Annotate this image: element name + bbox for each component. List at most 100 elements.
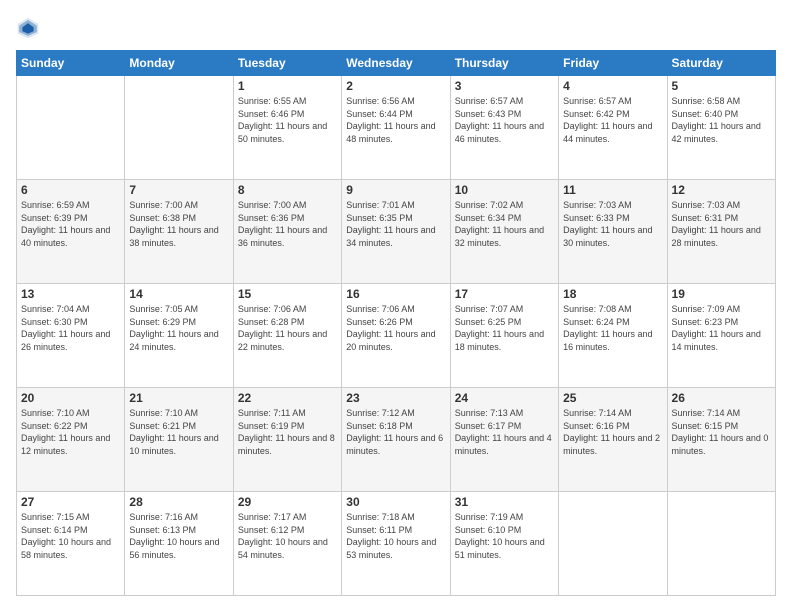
calendar-cell <box>559 492 667 596</box>
day-number: 16 <box>346 287 445 301</box>
calendar-cell: 14 Sunrise: 7:05 AM Sunset: 6:29 PM Dayli… <box>125 284 233 388</box>
calendar-cell: 7Sunrise: 7:00 AM Sunset: 6:38 PM Daylig… <box>125 180 233 284</box>
cell-info: Sunrise: 7:00 AM Sunset: 6:38 PM Dayligh… <box>129 199 228 249</box>
calendar-cell: 26 Sunrise: 7:14 AM Sunset: 6:15 PM Dayli… <box>667 388 775 492</box>
cell-info: Sunrise: 7:16 AM Sunset: 6:13 PM Dayligh… <box>129 511 228 561</box>
calendar-cell: 21 Sunrise: 7:10 AM Sunset: 6:21 PM Dayli… <box>125 388 233 492</box>
cell-info: Sunrise: 7:14 AM Sunset: 6:16 PM Dayligh… <box>563 407 662 457</box>
calendar-cell: 11 Sunrise: 7:03 AM Sunset: 6:33 PM Dayli… <box>559 180 667 284</box>
calendar-cell <box>17 76 125 180</box>
calendar-cell: 4 Sunrise: 6:57 AM Sunset: 6:42 PM Daylig… <box>559 76 667 180</box>
calendar-cell: 13 Sunrise: 7:04 AM Sunset: 6:30 PM Dayli… <box>17 284 125 388</box>
calendar-cell: 5 Sunrise: 6:58 AM Sunset: 6:40 PM Daylig… <box>667 76 775 180</box>
cell-info: Sunrise: 7:02 AM Sunset: 6:34 PM Dayligh… <box>455 199 554 249</box>
day-number: 28 <box>129 495 228 509</box>
cell-info: Sunrise: 7:10 AM Sunset: 6:21 PM Dayligh… <box>129 407 228 457</box>
calendar-cell: 9Sunrise: 7:01 AM Sunset: 6:35 PM Daylig… <box>342 180 450 284</box>
weekday-header-friday: Friday <box>559 51 667 76</box>
calendar-cell: 28 Sunrise: 7:16 AM Sunset: 6:13 PM Dayli… <box>125 492 233 596</box>
calendar-cell: 15 Sunrise: 7:06 AM Sunset: 6:28 PM Dayli… <box>233 284 341 388</box>
day-number: 17 <box>455 287 554 301</box>
calendar-cell: 1 Sunrise: 6:55 AM Sunset: 6:46 PM Daylig… <box>233 76 341 180</box>
cell-info: Sunrise: 7:03 AM Sunset: 6:31 PM Dayligh… <box>672 199 771 249</box>
calendar-cell: 23Sunrise: 7:12 AM Sunset: 6:18 PM Dayli… <box>342 388 450 492</box>
cell-info: Sunrise: 7:03 AM Sunset: 6:33 PM Dayligh… <box>563 199 662 249</box>
cell-info: Sunrise: 7:14 AM Sunset: 6:15 PM Dayligh… <box>672 407 771 457</box>
day-number: 12 <box>672 183 771 197</box>
day-number: 29 <box>238 495 337 509</box>
week-row-5: 27 Sunrise: 7:15 AM Sunset: 6:14 PM Dayli… <box>17 492 776 596</box>
weekday-header-saturday: Saturday <box>667 51 775 76</box>
cell-info: Sunrise: 6:57 AM Sunset: 6:42 PM Dayligh… <box>563 95 662 145</box>
week-row-2: 6 Sunrise: 6:59 AM Sunset: 6:39 PM Daylig… <box>17 180 776 284</box>
weekday-header-sunday: Sunday <box>17 51 125 76</box>
day-number: 8 <box>238 183 337 197</box>
page: SundayMondayTuesdayWednesdayThursdayFrid… <box>0 0 792 612</box>
calendar-cell <box>125 76 233 180</box>
day-number: 21 <box>129 391 228 405</box>
week-row-4: 20Sunrise: 7:10 AM Sunset: 6:22 PM Dayli… <box>17 388 776 492</box>
calendar-cell: 10Sunrise: 7:02 AM Sunset: 6:34 PM Dayli… <box>450 180 558 284</box>
cell-info: Sunrise: 6:57 AM Sunset: 6:43 PM Dayligh… <box>455 95 554 145</box>
cell-info: Sunrise: 7:17 AM Sunset: 6:12 PM Dayligh… <box>238 511 337 561</box>
day-number: 2 <box>346 79 445 93</box>
cell-info: Sunrise: 6:59 AM Sunset: 6:39 PM Dayligh… <box>21 199 120 249</box>
calendar-table: SundayMondayTuesdayWednesdayThursdayFrid… <box>16 50 776 596</box>
calendar-cell: 3 Sunrise: 6:57 AM Sunset: 6:43 PM Daylig… <box>450 76 558 180</box>
day-number: 22 <box>238 391 337 405</box>
day-number: 1 <box>238 79 337 93</box>
calendar-cell: 18 Sunrise: 7:08 AM Sunset: 6:24 PM Dayli… <box>559 284 667 388</box>
logo-icon <box>16 16 40 40</box>
cell-info: Sunrise: 7:08 AM Sunset: 6:24 PM Dayligh… <box>563 303 662 353</box>
calendar-cell: 25 Sunrise: 7:14 AM Sunset: 6:16 PM Dayli… <box>559 388 667 492</box>
day-number: 26 <box>672 391 771 405</box>
day-number: 18 <box>563 287 662 301</box>
cell-info: Sunrise: 7:07 AM Sunset: 6:25 PM Dayligh… <box>455 303 554 353</box>
header <box>16 16 776 40</box>
day-number: 3 <box>455 79 554 93</box>
cell-info: Sunrise: 7:06 AM Sunset: 6:26 PM Dayligh… <box>346 303 445 353</box>
weekday-header-tuesday: Tuesday <box>233 51 341 76</box>
calendar-cell: 12 Sunrise: 7:03 AM Sunset: 6:31 PM Dayli… <box>667 180 775 284</box>
day-number: 19 <box>672 287 771 301</box>
cell-info: Sunrise: 6:58 AM Sunset: 6:40 PM Dayligh… <box>672 95 771 145</box>
calendar-cell: 24 Sunrise: 7:13 AM Sunset: 6:17 PM Dayli… <box>450 388 558 492</box>
day-number: 6 <box>21 183 120 197</box>
calendar-cell: 20Sunrise: 7:10 AM Sunset: 6:22 PM Dayli… <box>17 388 125 492</box>
calendar-cell: 16 Sunrise: 7:06 AM Sunset: 6:26 PM Dayli… <box>342 284 450 388</box>
weekday-header-thursday: Thursday <box>450 51 558 76</box>
calendar-cell: 8Sunrise: 7:00 AM Sunset: 6:36 PM Daylig… <box>233 180 341 284</box>
cell-info: Sunrise: 6:55 AM Sunset: 6:46 PM Dayligh… <box>238 95 337 145</box>
day-number: 24 <box>455 391 554 405</box>
calendar-cell: 6 Sunrise: 6:59 AM Sunset: 6:39 PM Daylig… <box>17 180 125 284</box>
day-number: 13 <box>21 287 120 301</box>
day-number: 14 <box>129 287 228 301</box>
logo <box>16 16 44 40</box>
calendar-cell: 17 Sunrise: 7:07 AM Sunset: 6:25 PM Dayli… <box>450 284 558 388</box>
day-number: 15 <box>238 287 337 301</box>
cell-info: Sunrise: 7:10 AM Sunset: 6:22 PM Dayligh… <box>21 407 120 457</box>
day-number: 9 <box>346 183 445 197</box>
day-number: 5 <box>672 79 771 93</box>
day-number: 4 <box>563 79 662 93</box>
day-number: 27 <box>21 495 120 509</box>
cell-info: Sunrise: 7:15 AM Sunset: 6:14 PM Dayligh… <box>21 511 120 561</box>
cell-info: Sunrise: 7:05 AM Sunset: 6:29 PM Dayligh… <box>129 303 228 353</box>
cell-info: Sunrise: 7:12 AM Sunset: 6:18 PM Dayligh… <box>346 407 445 457</box>
cell-info: Sunrise: 7:13 AM Sunset: 6:17 PM Dayligh… <box>455 407 554 457</box>
cell-info: Sunrise: 7:18 AM Sunset: 6:11 PM Dayligh… <box>346 511 445 561</box>
day-number: 31 <box>455 495 554 509</box>
week-row-1: 1 Sunrise: 6:55 AM Sunset: 6:46 PM Daylig… <box>17 76 776 180</box>
cell-info: Sunrise: 7:09 AM Sunset: 6:23 PM Dayligh… <box>672 303 771 353</box>
cell-info: Sunrise: 7:19 AM Sunset: 6:10 PM Dayligh… <box>455 511 554 561</box>
cell-info: Sunrise: 7:04 AM Sunset: 6:30 PM Dayligh… <box>21 303 120 353</box>
cell-info: Sunrise: 7:06 AM Sunset: 6:28 PM Dayligh… <box>238 303 337 353</box>
calendar-cell: 19 Sunrise: 7:09 AM Sunset: 6:23 PM Dayli… <box>667 284 775 388</box>
calendar-cell: 30Sunrise: 7:18 AM Sunset: 6:11 PM Dayli… <box>342 492 450 596</box>
cell-info: Sunrise: 7:11 AM Sunset: 6:19 PM Dayligh… <box>238 407 337 457</box>
day-number: 11 <box>563 183 662 197</box>
day-number: 25 <box>563 391 662 405</box>
calendar-cell: 31 Sunrise: 7:19 AM Sunset: 6:10 PM Dayli… <box>450 492 558 596</box>
calendar-cell <box>667 492 775 596</box>
calendar-cell: 29 Sunrise: 7:17 AM Sunset: 6:12 PM Dayli… <box>233 492 341 596</box>
